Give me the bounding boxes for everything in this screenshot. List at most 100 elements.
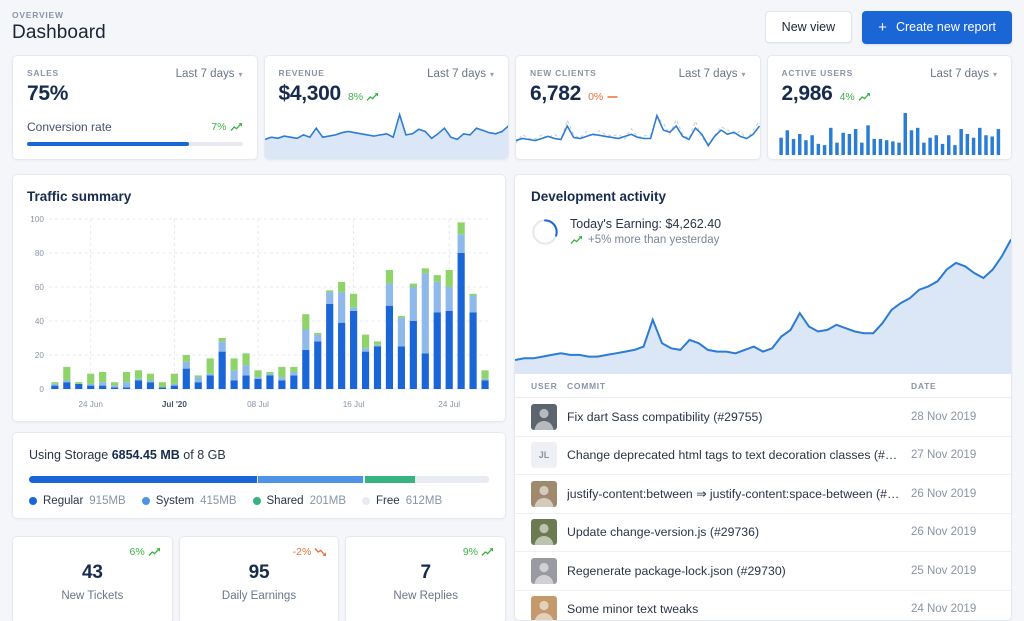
chevron-down-icon: ▾ <box>741 69 746 79</box>
legend-value: 415MB <box>200 495 237 507</box>
commit-user-cell <box>515 480 567 507</box>
mini-stat-daily-earnings-delta: -2% <box>293 546 328 558</box>
conversion-rate-delta-value: 7% <box>211 121 227 133</box>
column-header-date: DATE <box>911 380 937 391</box>
avatar <box>531 519 557 546</box>
conversion-rate-label: Conversion rate <box>27 120 112 134</box>
conversion-rate-delta: 7% <box>211 121 242 133</box>
mini-stat-new-replies-delta: 9% <box>463 546 494 558</box>
svg-text:20: 20 <box>35 351 45 360</box>
legend-value: 612MB <box>405 495 443 507</box>
kpi-new-clients-header: NEW CLIENTS Last 7 days ▾ <box>516 56 760 80</box>
table-row[interactable]: Some minor text tweaks 24 Nov 2019 <box>515 591 1011 620</box>
trend-flat-icon <box>607 96 618 98</box>
commit-user-cell <box>515 403 567 430</box>
mini-stats-row: 6% 43 New Tickets -2% 95 Daily Earnings <box>12 536 507 621</box>
kpi-active-users-period-label: Last 7 days <box>930 68 989 80</box>
storage-segment-system <box>258 476 364 483</box>
svg-text:80: 80 <box>35 249 45 258</box>
kpi-revenue-period-label: Last 7 days <box>427 68 486 80</box>
trend-down-icon <box>314 548 327 556</box>
kpi-sales-header: SALES Last 7 days ▾ <box>13 56 257 80</box>
commit-date-cell: 26 Nov 2019 <box>911 526 977 539</box>
kpi-sales-label: SALES <box>27 68 59 78</box>
conversion-rate-row: Conversion rate 7% <box>13 106 257 134</box>
create-new-report-label: Create new report <box>895 20 996 34</box>
kpi-card-row: SALES Last 7 days ▾ 75% Conversion rate … <box>12 55 1012 160</box>
mini-stat-new-replies-number: 7 <box>420 562 431 583</box>
page-title: Dashboard <box>12 22 106 43</box>
commit-message-cell: Fix dart Sass compatibility (#29755) <box>567 409 763 424</box>
svg-text:100: 100 <box>30 215 44 224</box>
new-view-button[interactable]: New view <box>764 11 853 43</box>
commit-message-cell: Change deprecated html tags to text deco… <box>567 448 911 463</box>
svg-text:24 Jul: 24 Jul <box>438 400 460 409</box>
kpi-sales-value-row: 75% <box>13 80 257 106</box>
development-activity-title: Development activity <box>531 189 667 204</box>
chevron-down-icon: ▾ <box>489 69 494 79</box>
trend-up-icon <box>148 548 160 556</box>
commit-date-cell: 27 Nov 2019 <box>911 449 977 462</box>
kpi-sales-period-label: Last 7 days <box>175 68 235 80</box>
legend-dot-icon <box>252 497 261 505</box>
kpi-revenue-delta: 8% <box>348 91 379 103</box>
kpi-new-clients-delta-value: 0% <box>588 91 604 103</box>
commit-date-cell: 24 Nov 2019 <box>911 603 977 616</box>
storage-legend: Regular 915MB System 415MB Shared 201MB Free 61… <box>29 495 489 507</box>
kpi-revenue-value: $4,300 <box>278 82 342 105</box>
svg-text:16 Jul: 16 Jul <box>343 400 365 409</box>
kpi-new-clients-period-select[interactable]: Last 7 days ▾ <box>679 68 746 80</box>
avatar <box>531 557 557 584</box>
kpi-card-sales: SALES Last 7 days ▾ 75% Conversion rate … <box>12 55 258 160</box>
kpi-new-clients-period-label: Last 7 days <box>678 68 738 80</box>
storage-panel: Using Storage 6854.45 MB of 8 GB Regular… <box>12 432 506 519</box>
kpi-revenue-period-select[interactable]: Last 7 days ▾ <box>427 68 494 80</box>
commit-user-cell: JL <box>515 442 567 469</box>
mini-stat-new-tickets: 6% 43 New Tickets <box>12 536 173 621</box>
development-activity-chart <box>515 229 1011 374</box>
dashboard-page: OVERVIEW Dashboard New view + Create new… <box>0 0 1024 621</box>
table-row[interactable]: Fix dart Sass compatibility (#29755) 28 N… <box>515 398 1011 437</box>
mini-stat-daily-earnings-number: 95 <box>248 562 270 583</box>
table-row[interactable]: Update change-version.js (#29736) 26 Nov … <box>515 514 1011 552</box>
legend-value: 201MB <box>309 495 347 507</box>
traffic-summary-chart: 0 20 40 60 80 100 24 Jun Jul '20 08 Jul 16 Jul 24 … <box>23 215 495 415</box>
legend-dot-icon <box>141 497 150 505</box>
legend-label: Regular <box>43 495 84 507</box>
kpi-sales-period-select[interactable]: Last 7 days ▾ <box>176 68 243 80</box>
table-row[interactable]: Regenerate package-lock.json (#29730) 25 … <box>515 552 1011 591</box>
create-new-report-button[interactable]: + Create new report <box>862 10 1012 44</box>
header-titles: OVERVIEW Dashboard <box>12 10 106 44</box>
legend-label: Shared <box>266 495 304 507</box>
storage-legend-item-regular: Regular 915MB <box>29 495 126 507</box>
kpi-new-clients-value: 6,782 <box>530 82 582 105</box>
avatar: JL <box>531 442 557 469</box>
commit-message-cell: justify-content:between ⇒ justify-conten… <box>567 486 911 501</box>
legend-label: System <box>155 495 195 507</box>
legend-dot-icon <box>29 497 37 505</box>
table-row[interactable]: justify-content:between ⇒ justify-conten… <box>515 475 1011 514</box>
kpi-card-revenue: REVENUE Last 7 days ▾ $4,300 8% <box>263 55 509 160</box>
mini-stat-new-replies-delta-value: 9% <box>462 546 479 558</box>
commit-message-cell: Some minor text tweaks <box>567 602 699 617</box>
table-row[interactable]: JL Change deprecated html tags to text de… <box>515 437 1011 475</box>
storage-used-value: 6854.45 MB <box>111 448 180 462</box>
legend-dot-icon <box>362 497 371 505</box>
legend-value: 915MB <box>89 495 126 507</box>
column-header-commit: COMMIT <box>567 380 606 391</box>
traffic-summary-title: Traffic summary <box>27 189 132 204</box>
revenue-sparkline <box>264 104 508 159</box>
storage-suffix: of 8 GB <box>183 448 226 462</box>
avatar <box>531 403 557 430</box>
mini-stat-new-replies: 9% 7 New Replies <box>345 536 507 621</box>
kpi-active-users-period-select[interactable]: Last 7 days ▾ <box>930 68 997 80</box>
commit-date-cell: 26 Nov 2019 <box>911 487 977 500</box>
kpi-active-users-value-row: 2,986 4% <box>768 80 1012 106</box>
commits-table-body: Fix dart Sass compatibility (#29755) 28 N… <box>515 398 1011 620</box>
storage-segmented-bar <box>29 476 489 483</box>
kpi-revenue-value-row: $4,300 8% <box>265 80 509 106</box>
storage-legend-item-system: System 415MB <box>141 495 237 507</box>
kpi-active-users-delta: 4% <box>840 91 871 103</box>
mini-stat-new-replies-caption: New Replies <box>393 590 458 602</box>
svg-text:08 Jul: 08 Jul <box>247 400 269 409</box>
